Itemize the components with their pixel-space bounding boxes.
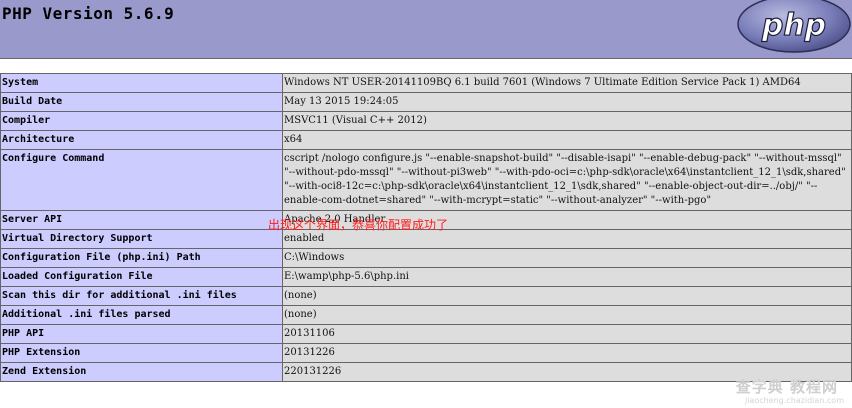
row-label: PHP API: [0, 324, 283, 344]
row-value: (none): [282, 286, 852, 306]
table-row: Architecture x64: [0, 130, 852, 150]
row-label: Additional .ini files parsed: [0, 305, 283, 325]
table-row: Configuration File (php.ini) Path C:\Wind…: [0, 248, 852, 268]
row-value: 20131106: [282, 324, 852, 344]
row-label: Configure Command: [0, 149, 283, 211]
table-row: Build Date May 13 2015 19:24:05: [0, 92, 852, 112]
row-value: May 13 2015 19:24:05: [282, 92, 852, 112]
row-value: (none): [282, 305, 852, 325]
row-value: MSVC11 (Visual C++ 2012): [282, 111, 852, 131]
table-row: PHP API 20131106: [0, 324, 852, 344]
php-logo: php: [737, 0, 851, 53]
row-label: Compiler: [0, 111, 283, 131]
table-row: Loaded Configuration File E:\wamp\php-5.6…: [0, 267, 852, 287]
row-label: Loaded Configuration File: [0, 267, 283, 287]
row-label: Server API: [0, 210, 283, 230]
row-label: Build Date: [0, 92, 283, 112]
row-label: System: [0, 73, 283, 93]
row-value: 20131226: [282, 343, 852, 363]
row-label: Scan this dir for additional .ini files: [0, 286, 283, 306]
row-value: E:\wamp\php-5.6\php.ini: [282, 267, 852, 287]
table-row: PHP Extension 20131226: [0, 343, 852, 363]
watermark-url: jiaocheng.chazidian.com: [744, 396, 844, 405]
row-label: Zend Extension: [0, 362, 283, 382]
row-label: Architecture: [0, 130, 283, 150]
table-row: System Windows NT USER-20141109BQ 6.1 bui…: [0, 73, 852, 93]
row-value: cscript /nologo configure.js "--enable-s…: [282, 149, 852, 211]
row-value: Windows NT USER-20141109BQ 6.1 build 760…: [282, 73, 852, 93]
row-label: Configuration File (php.ini) Path: [0, 248, 283, 268]
row-value: C:\Windows: [282, 248, 852, 268]
php-logo-text: php: [761, 8, 826, 43]
table-row: Configure Command cscript /nologo configu…: [0, 149, 852, 211]
annotation-text: 出现这个界面，恭喜你配置成功了: [268, 218, 449, 232]
watermark-text: 查字典 教程网: [735, 378, 838, 396]
header-gap: [0, 59, 852, 73]
row-label: Virtual Directory Support: [0, 229, 283, 249]
table-row: Zend Extension 220131226: [0, 362, 852, 382]
phpinfo-header: PHP Version 5.6.9 php: [0, 0, 852, 59]
page-title: PHP Version 5.6.9: [2, 4, 175, 23]
row-label: PHP Extension: [0, 343, 283, 363]
row-value: x64: [282, 130, 852, 150]
table-row: Compiler MSVC11 (Visual C++ 2012): [0, 111, 852, 131]
table-row: Scan this dir for additional .ini files(…: [0, 286, 852, 306]
table-row: Additional .ini files parsed (none): [0, 305, 852, 325]
